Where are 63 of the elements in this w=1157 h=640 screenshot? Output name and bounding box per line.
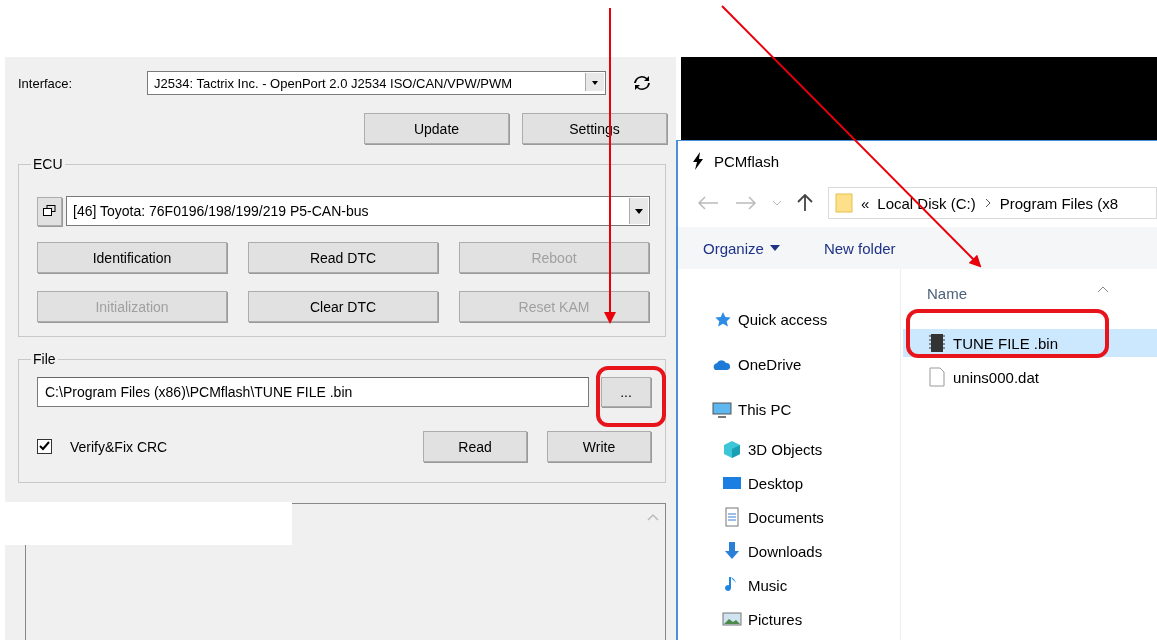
nav-item[interactable]: Documents — [678, 500, 900, 534]
ecu-dropdown[interactable]: [46] Toyota: 76F0196/198/199/219 P5-CAN-bus — [66, 196, 650, 226]
verify-checkbox[interactable] — [37, 439, 52, 454]
file-row[interactable]: unins000.dat — [903, 363, 1157, 391]
nav-item[interactable]: Quick access — [678, 297, 900, 342]
file-name: unins000.dat — [953, 368, 1039, 386]
interface-dropdown[interactable]: J2534: Tactrix Inc. - OpenPort 2.0 J2534 ISO/CAN/VPW/PWM — [147, 71, 606, 95]
nav-item[interactable]: Desktop — [678, 466, 900, 500]
window-restore-icon — [43, 205, 56, 216]
file-path-field[interactable]: C:\Program Files (x86)\PCMflash\TUNE FILE .bin — [37, 377, 589, 407]
nav-item[interactable]: 3D Objects — [678, 432, 900, 466]
nav-label: 3D Objects — [748, 440, 823, 458]
cube-icon — [722, 439, 742, 459]
nav-label: Pictures — [748, 610, 803, 628]
highlight-outline — [596, 366, 666, 427]
caret-icon — [769, 245, 780, 251]
file-row[interactable]: TUNE FILE .bin — [903, 329, 1157, 357]
read-button[interactable]: Read — [423, 431, 527, 462]
write-button[interactable]: Write — [547, 431, 651, 462]
nav-item[interactable]: This PC — [678, 387, 900, 432]
sort-caret-icon — [1097, 285, 1109, 293]
checkmark-icon — [39, 441, 50, 452]
up-arrow-icon[interactable] — [796, 194, 814, 212]
dropdown-caret-icon — [585, 73, 604, 91]
nav-item[interactable]: OneDrive — [678, 342, 900, 387]
file-icon — [929, 367, 945, 387]
breadcrumb-item[interactable]: Program Files (x8 — [999, 194, 1119, 212]
chip-file-icon — [929, 333, 945, 353]
document-icon — [722, 507, 742, 527]
group-title: File — [32, 351, 57, 367]
checkbox-label: Verify&Fix CRC — [70, 438, 169, 455]
nav-label: This PC — [738, 401, 792, 418]
group-title: ECU — [32, 156, 64, 172]
nav-item[interactable]: Music — [678, 568, 900, 602]
column-header[interactable]: Name — [927, 285, 967, 315]
refresh-icon[interactable] — [632, 73, 652, 93]
ecu-action-button[interactable]: Identification — [37, 242, 227, 273]
folder-icon — [835, 193, 853, 213]
picture-icon — [722, 609, 742, 629]
nav-label: Desktop — [748, 474, 804, 492]
download-icon — [722, 541, 742, 561]
window-restore-button[interactable] — [37, 196, 62, 226]
ecu-action-button[interactable]: Read DTC — [248, 242, 438, 273]
nav-label: Documents — [748, 508, 824, 526]
nav-label: Music — [748, 576, 788, 594]
chevron-right-icon — [983, 198, 992, 208]
dropdown-caret-icon — [629, 198, 648, 224]
browse-button[interactable]: ... — [601, 377, 651, 407]
new-folder-button[interactable]: New folder — [823, 239, 896, 257]
organize-menu[interactable]: Organize — [703, 239, 780, 257]
nav-label: Downloads — [748, 542, 823, 560]
file-name: TUNE FILE .bin — [953, 334, 1059, 352]
nav-item[interactable]: Pictures — [678, 602, 900, 636]
breadcrumb-overflow: « — [861, 194, 870, 212]
nav-label: OneDrive — [738, 356, 802, 373]
lightning-icon — [692, 152, 704, 170]
interface-label: Interface: — [18, 75, 74, 91]
nav-label: Quick access — [738, 311, 828, 328]
monitor-icon — [712, 399, 732, 420]
window-title: PCMflash — [714, 152, 780, 170]
nav-item[interactable]: Downloads — [678, 534, 900, 568]
ecu-action-button[interactable]: Clear DTC — [248, 291, 438, 322]
update-button[interactable]: Update — [364, 113, 509, 144]
